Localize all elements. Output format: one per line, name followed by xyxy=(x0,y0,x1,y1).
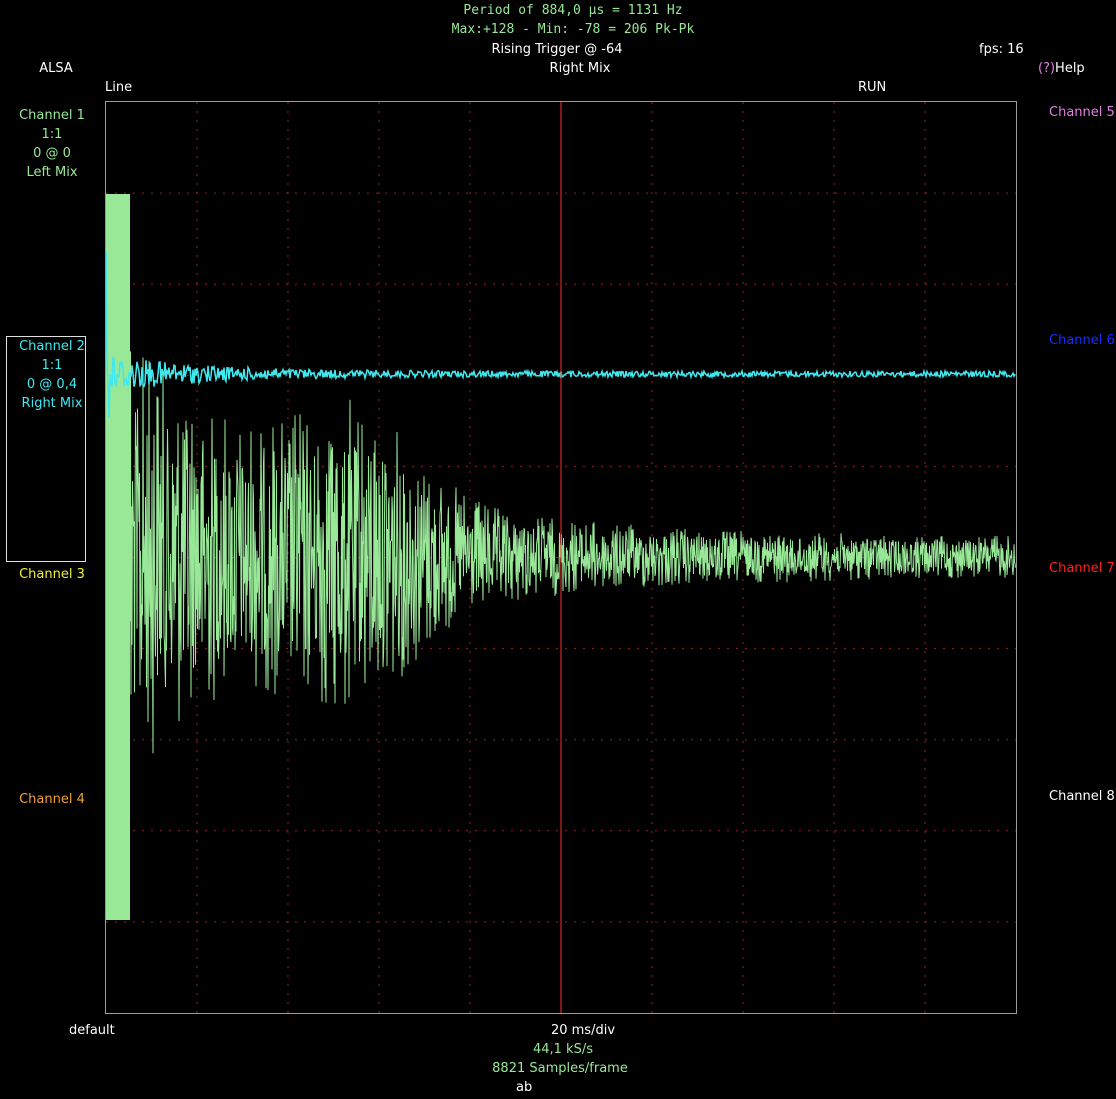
channel-6-label[interactable]: Channel 6 xyxy=(1049,331,1115,350)
fps-readout: fps: 16 xyxy=(979,42,1024,57)
run-state-button[interactable]: RUN xyxy=(858,78,886,97)
channel-2-panel[interactable]: Channel 2 1:1 0 @ 0,4 Right Mix xyxy=(6,337,98,413)
channel-2-offset: 0 @ 0,4 xyxy=(26,377,78,392)
channel-7-label[interactable]: Channel 7 xyxy=(1049,559,1115,578)
channel-1-name: Channel 1 xyxy=(19,108,85,123)
device-label[interactable]: default xyxy=(69,1021,115,1040)
input-selector[interactable]: Line xyxy=(105,78,132,97)
channel-1-scale: 1:1 xyxy=(41,127,63,142)
channel-2-source: Right Mix xyxy=(21,396,83,411)
period-readout: Period of 884,0 µs = 1131 Hz xyxy=(463,3,683,18)
waveform-plot xyxy=(106,102,1016,1013)
help-key: (?) xyxy=(1038,61,1056,76)
channel-5-label[interactable]: Channel 5 xyxy=(1049,103,1115,122)
help-label: Help xyxy=(1055,61,1085,76)
channel-1-panel[interactable]: Channel 1 1:1 0 @ 0 Left Mix xyxy=(6,106,98,182)
help-button[interactable]: (?)Help xyxy=(1038,59,1085,78)
timebase-readout[interactable]: 20 ms/div xyxy=(500,1021,666,1040)
sample-rate-readout: 44,1 kS/s xyxy=(532,1042,593,1057)
channel-2-name: Channel 2 xyxy=(19,339,85,354)
trigger-readout[interactable]: Rising Trigger @ -64 xyxy=(457,40,657,59)
samples-per-frame-readout: 8821 Samples/frame xyxy=(492,1061,628,1076)
mode-label[interactable]: ab xyxy=(516,1078,532,1097)
channel-3-label[interactable]: Channel 3 xyxy=(6,565,98,584)
channel-1-clipped-region xyxy=(106,194,130,920)
trigger-channel-label[interactable]: Right Mix xyxy=(500,59,660,78)
channel-8-label[interactable]: Channel 8 xyxy=(1049,787,1115,806)
min-max-readout: Max:+128 - Min: -78 = 206 Pk-Pk xyxy=(451,22,695,37)
channel-1-source: Left Mix xyxy=(26,165,78,180)
scope-display[interactable] xyxy=(105,101,1017,1014)
channel-1-offset: 0 @ 0 xyxy=(33,146,71,161)
channel-2-scale: 1:1 xyxy=(41,358,63,373)
source-selector[interactable]: ALSA xyxy=(20,59,92,78)
channel-4-label[interactable]: Channel 4 xyxy=(6,790,98,809)
